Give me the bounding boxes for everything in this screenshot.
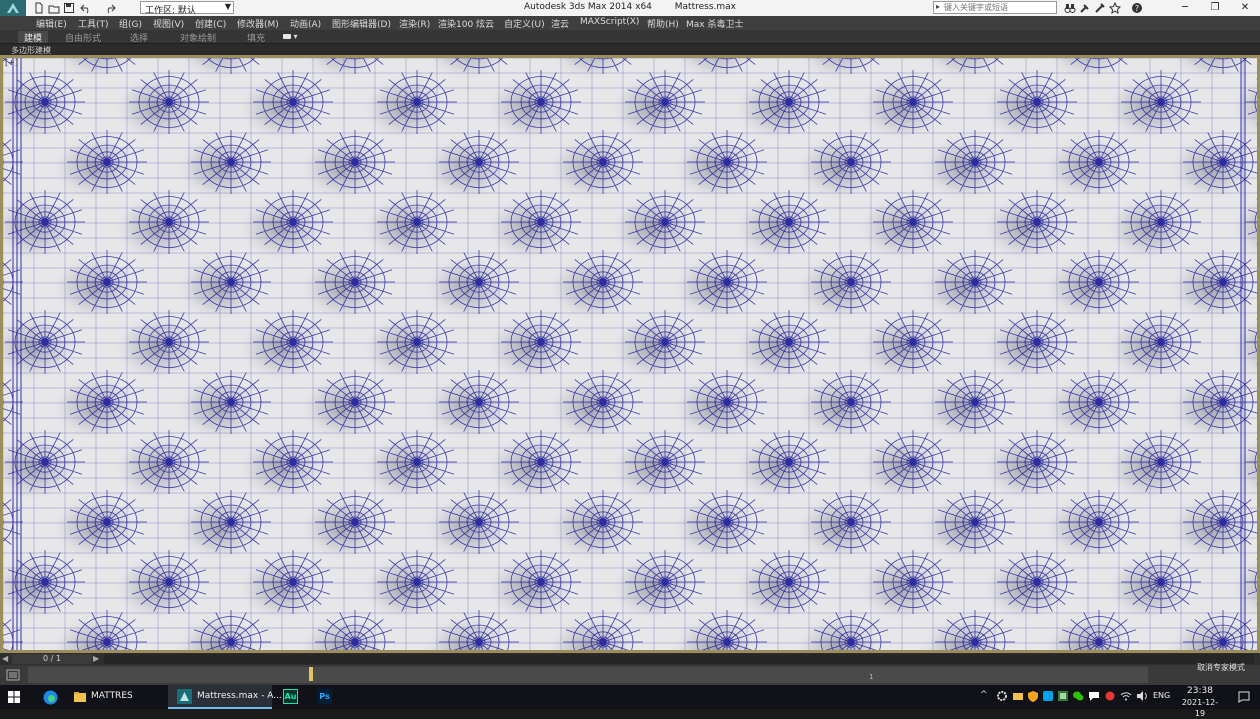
taskbar-item-folder[interactable]: MATTRES [66, 685, 166, 709]
audition-icon: Au [283, 689, 298, 704]
menu-tools[interactable]: 工具(T) [78, 17, 109, 30]
track-area[interactable] [28, 667, 1148, 683]
communication-icon[interactable] [1079, 2, 1091, 14]
search-input[interactable] [944, 2, 1054, 13]
windows-start-icon[interactable] [8, 691, 20, 703]
taskbar-label: Mattress.max - A... [197, 691, 282, 701]
tray-shield-icon[interactable] [1027, 690, 1039, 703]
menu-help[interactable]: 帮助(H) [647, 17, 679, 30]
tray-wechat-icon[interactable] [1072, 690, 1084, 703]
3dsmax-icon [177, 689, 192, 704]
tray-security-icon[interactable] [1057, 690, 1069, 703]
file-name: Mattress.max [674, 2, 737, 12]
tray-settings-icon[interactable] [996, 690, 1008, 703]
menu-create[interactable]: 创建(C) [195, 17, 226, 30]
favorites-icon[interactable] [1094, 2, 1106, 14]
menu-group[interactable]: 组(G) [119, 17, 142, 30]
viewport[interactable]: [+] [3, 58, 1257, 650]
help-icon[interactable]: ? [1131, 2, 1143, 14]
menu-view[interactable]: 视图(V) [153, 17, 184, 30]
chevron-right-icon[interactable]: ▶ [93, 653, 103, 665]
menu-xuanyun[interactable]: 炫云 [476, 17, 494, 30]
tray-chat-icon[interactable] [1088, 690, 1100, 703]
menu-graph-editors[interactable]: 图形编辑器(D) [332, 17, 391, 30]
menu-customize[interactable]: 自定义(U) [504, 17, 545, 30]
menu-xuanyun2[interactable]: 渲云 [551, 17, 569, 30]
time-marker[interactable] [309, 667, 313, 681]
taskbar-label: MATTRES [91, 691, 133, 701]
menu-render100[interactable]: 渲染100 [438, 17, 473, 30]
chevron-left-icon[interactable]: ◀ [2, 653, 12, 665]
viewport-label[interactable]: [+] [5, 58, 18, 67]
system-clock[interactable]: 23:38 2021-12-19 [1180, 686, 1220, 719]
taskbar-item-photoshop[interactable]: Ps [310, 685, 340, 709]
taskbar-item-3dsmax[interactable]: Mattress.max - A... [168, 685, 282, 709]
tray-folder-icon[interactable] [1012, 690, 1024, 703]
menu-maxscript[interactable]: MAXScript(X) [580, 17, 639, 27]
language-indicator[interactable]: ENG [1153, 691, 1170, 700]
expert-mode-status[interactable]: 取消专家模式 [1197, 662, 1245, 673]
minimize-button[interactable]: ─ [1170, 0, 1200, 16]
curve-editor-icon[interactable] [6, 669, 20, 681]
photoshop-icon: Ps [317, 689, 332, 704]
tray-tool-icon[interactable] [1104, 690, 1116, 703]
search-icon: ▸ [936, 2, 941, 11]
menu-rendering[interactable]: 渲染(R) [399, 17, 430, 30]
clock-date: 2021-12-19 [1181, 698, 1219, 718]
menu-modifiers[interactable]: 修改器(M) [237, 17, 279, 30]
chevron-up-icon[interactable]: ^ [980, 690, 992, 703]
edge-taskbar-icon[interactable] [38, 685, 64, 709]
menu-antivirus[interactable]: Max 杀毒卫士 [686, 17, 743, 30]
mattress-wireframe-mesh [3, 58, 1257, 650]
notification-icon[interactable] [1238, 691, 1250, 703]
clock-time: 23:38 [1187, 686, 1213, 696]
time-track[interactable] [104, 654, 1254, 664]
track-bar [0, 665, 1260, 685]
ribbon-options-button[interactable]: ▾ [283, 32, 299, 41]
title-bar: 工作区: 默认 ▼ Autodesk 3ds Max 2014 x64 Matt… [0, 0, 1260, 16]
folder-icon [74, 692, 86, 702]
time-slider: ◀ 0 / 1 ▶ [0, 653, 1260, 665]
menu-animation[interactable]: 动画(A) [290, 17, 321, 30]
star-icon[interactable] [1109, 2, 1121, 14]
tray-app-icon[interactable] [1042, 690, 1054, 703]
volume-icon[interactable] [1136, 690, 1148, 703]
frame-tick-label: 1 [869, 673, 874, 681]
svg-text:?: ? [1135, 4, 1139, 13]
menu-edit[interactable]: 编辑(E) [36, 17, 67, 30]
windows-taskbar: MATTRES Mattress.max - A... Au Ps ^ ENG … [0, 685, 1260, 718]
app-title: Autodesk 3ds Max 2014 x64 [523, 2, 652, 12]
wifi-icon[interactable] [1120, 690, 1132, 703]
maximize-button[interactable]: ❐ [1200, 0, 1230, 16]
menu-bar: 编辑(E) 工具(T) 组(G) 视图(V) 创建(C) 修改器(M) 动画(A… [0, 16, 1260, 30]
close-button[interactable]: ✕ [1230, 0, 1260, 16]
ribbon-tabs: 建模 自由形式 选择 对象绘制 填充 ▾ [0, 30, 1260, 44]
taskbar-item-audition[interactable]: Au [276, 685, 306, 709]
binoculars-icon[interactable] [1064, 2, 1076, 14]
frame-display[interactable]: 0 / 1 [12, 654, 92, 664]
search-box[interactable]: ▸ [933, 1, 1057, 14]
